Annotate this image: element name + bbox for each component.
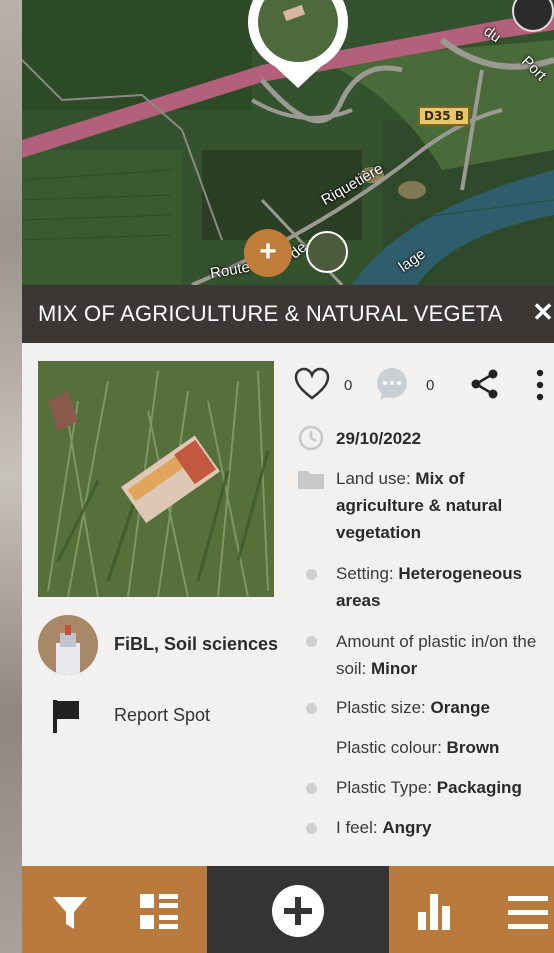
clock-icon <box>298 425 324 451</box>
author-avatar[interactable] <box>38 615 98 675</box>
stats-icon[interactable] <box>418 894 452 930</box>
colour-value: Brown <box>446 738 500 757</box>
map-spot-thumbnail[interactable] <box>306 231 348 273</box>
setting-label: Setting: <box>336 564 399 583</box>
share-icon[interactable] <box>470 369 500 399</box>
like-count: 0 <box>344 377 353 394</box>
bullet-icon <box>306 783 317 794</box>
comment-icon[interactable] <box>374 367 410 401</box>
map-add-spot-button[interactable]: + <box>244 229 292 277</box>
setting-detail: Setting: Heterogeneous areas <box>336 560 554 614</box>
road-sign-label: D35 B <box>418 106 470 126</box>
size-value: Orange <box>430 698 491 717</box>
spot-photo[interactable] <box>38 361 274 597</box>
land-use-detail: Land use: Mix of agriculture & natural v… <box>336 465 554 546</box>
amount-detail: Amount of plastic in/on the soil: Minor <box>336 628 554 682</box>
author-avatar-image <box>38 615 98 675</box>
author-name[interactable]: FiBL, Soil sciences <box>114 634 278 655</box>
add-spot-tab[interactable] <box>207 866 389 953</box>
size-detail: Plastic size: Orange <box>336 694 554 721</box>
comment-count: 0 <box>426 377 435 394</box>
size-label: Plastic size: <box>336 698 431 717</box>
spot-panel: D35 B du Port Riquetière Route de lage +… <box>22 0 554 953</box>
spot-date: 29/10/2022 <box>336 429 422 448</box>
menu-icon[interactable] <box>508 896 548 930</box>
background-left <box>0 0 24 953</box>
folder-icon <box>298 471 324 489</box>
selected-spot-pin[interactable] <box>234 0 362 92</box>
type-label: Plastic Type: <box>336 778 437 797</box>
spot-title-bar: MIX OF AGRICULTURE & NATURAL VEGETA ✕ <box>22 285 554 343</box>
flag-icon[interactable] <box>52 699 80 733</box>
spot-title: MIX OF AGRICULTURE & NATURAL VEGETA <box>38 301 503 326</box>
bullet-icon <box>306 703 317 714</box>
list-icon[interactable] <box>140 894 178 932</box>
type-value: Packaging <box>436 778 522 797</box>
bullet-icon <box>306 823 317 834</box>
feel-detail: I feel: Angry <box>336 814 554 841</box>
bullet-icon <box>306 569 317 580</box>
heart-icon[interactable] <box>294 367 330 401</box>
feel-value: Angry <box>382 818 432 837</box>
add-icon[interactable] <box>271 884 325 938</box>
type-detail: Plastic Type: Packaging <box>336 774 554 801</box>
bullet-icon <box>306 636 317 647</box>
close-icon[interactable]: ✕ <box>532 297 554 327</box>
action-row: 0 0 <box>294 367 554 407</box>
report-spot-link[interactable]: Report Spot <box>114 705 210 726</box>
map-view[interactable]: D35 B du Port Riquetière Route de lage + <box>22 0 554 285</box>
feel-label: I feel: <box>336 818 383 837</box>
spot-photo-image <box>38 361 274 597</box>
bottom-navigation <box>22 866 554 953</box>
amount-value: Minor <box>370 659 418 678</box>
spot-details: FiBL, Soil sciences Report Spot 0 0 29/1… <box>22 343 554 866</box>
amount-label: Amount of plastic in/on the soil: <box>336 632 537 678</box>
more-options-icon[interactable] <box>534 369 546 401</box>
land-use-label: Land use: <box>336 469 416 488</box>
filter-icon[interactable] <box>52 896 88 930</box>
colour-label: Plastic colour: <box>336 738 447 757</box>
colour-detail: Plastic colour: Brown <box>336 734 554 761</box>
